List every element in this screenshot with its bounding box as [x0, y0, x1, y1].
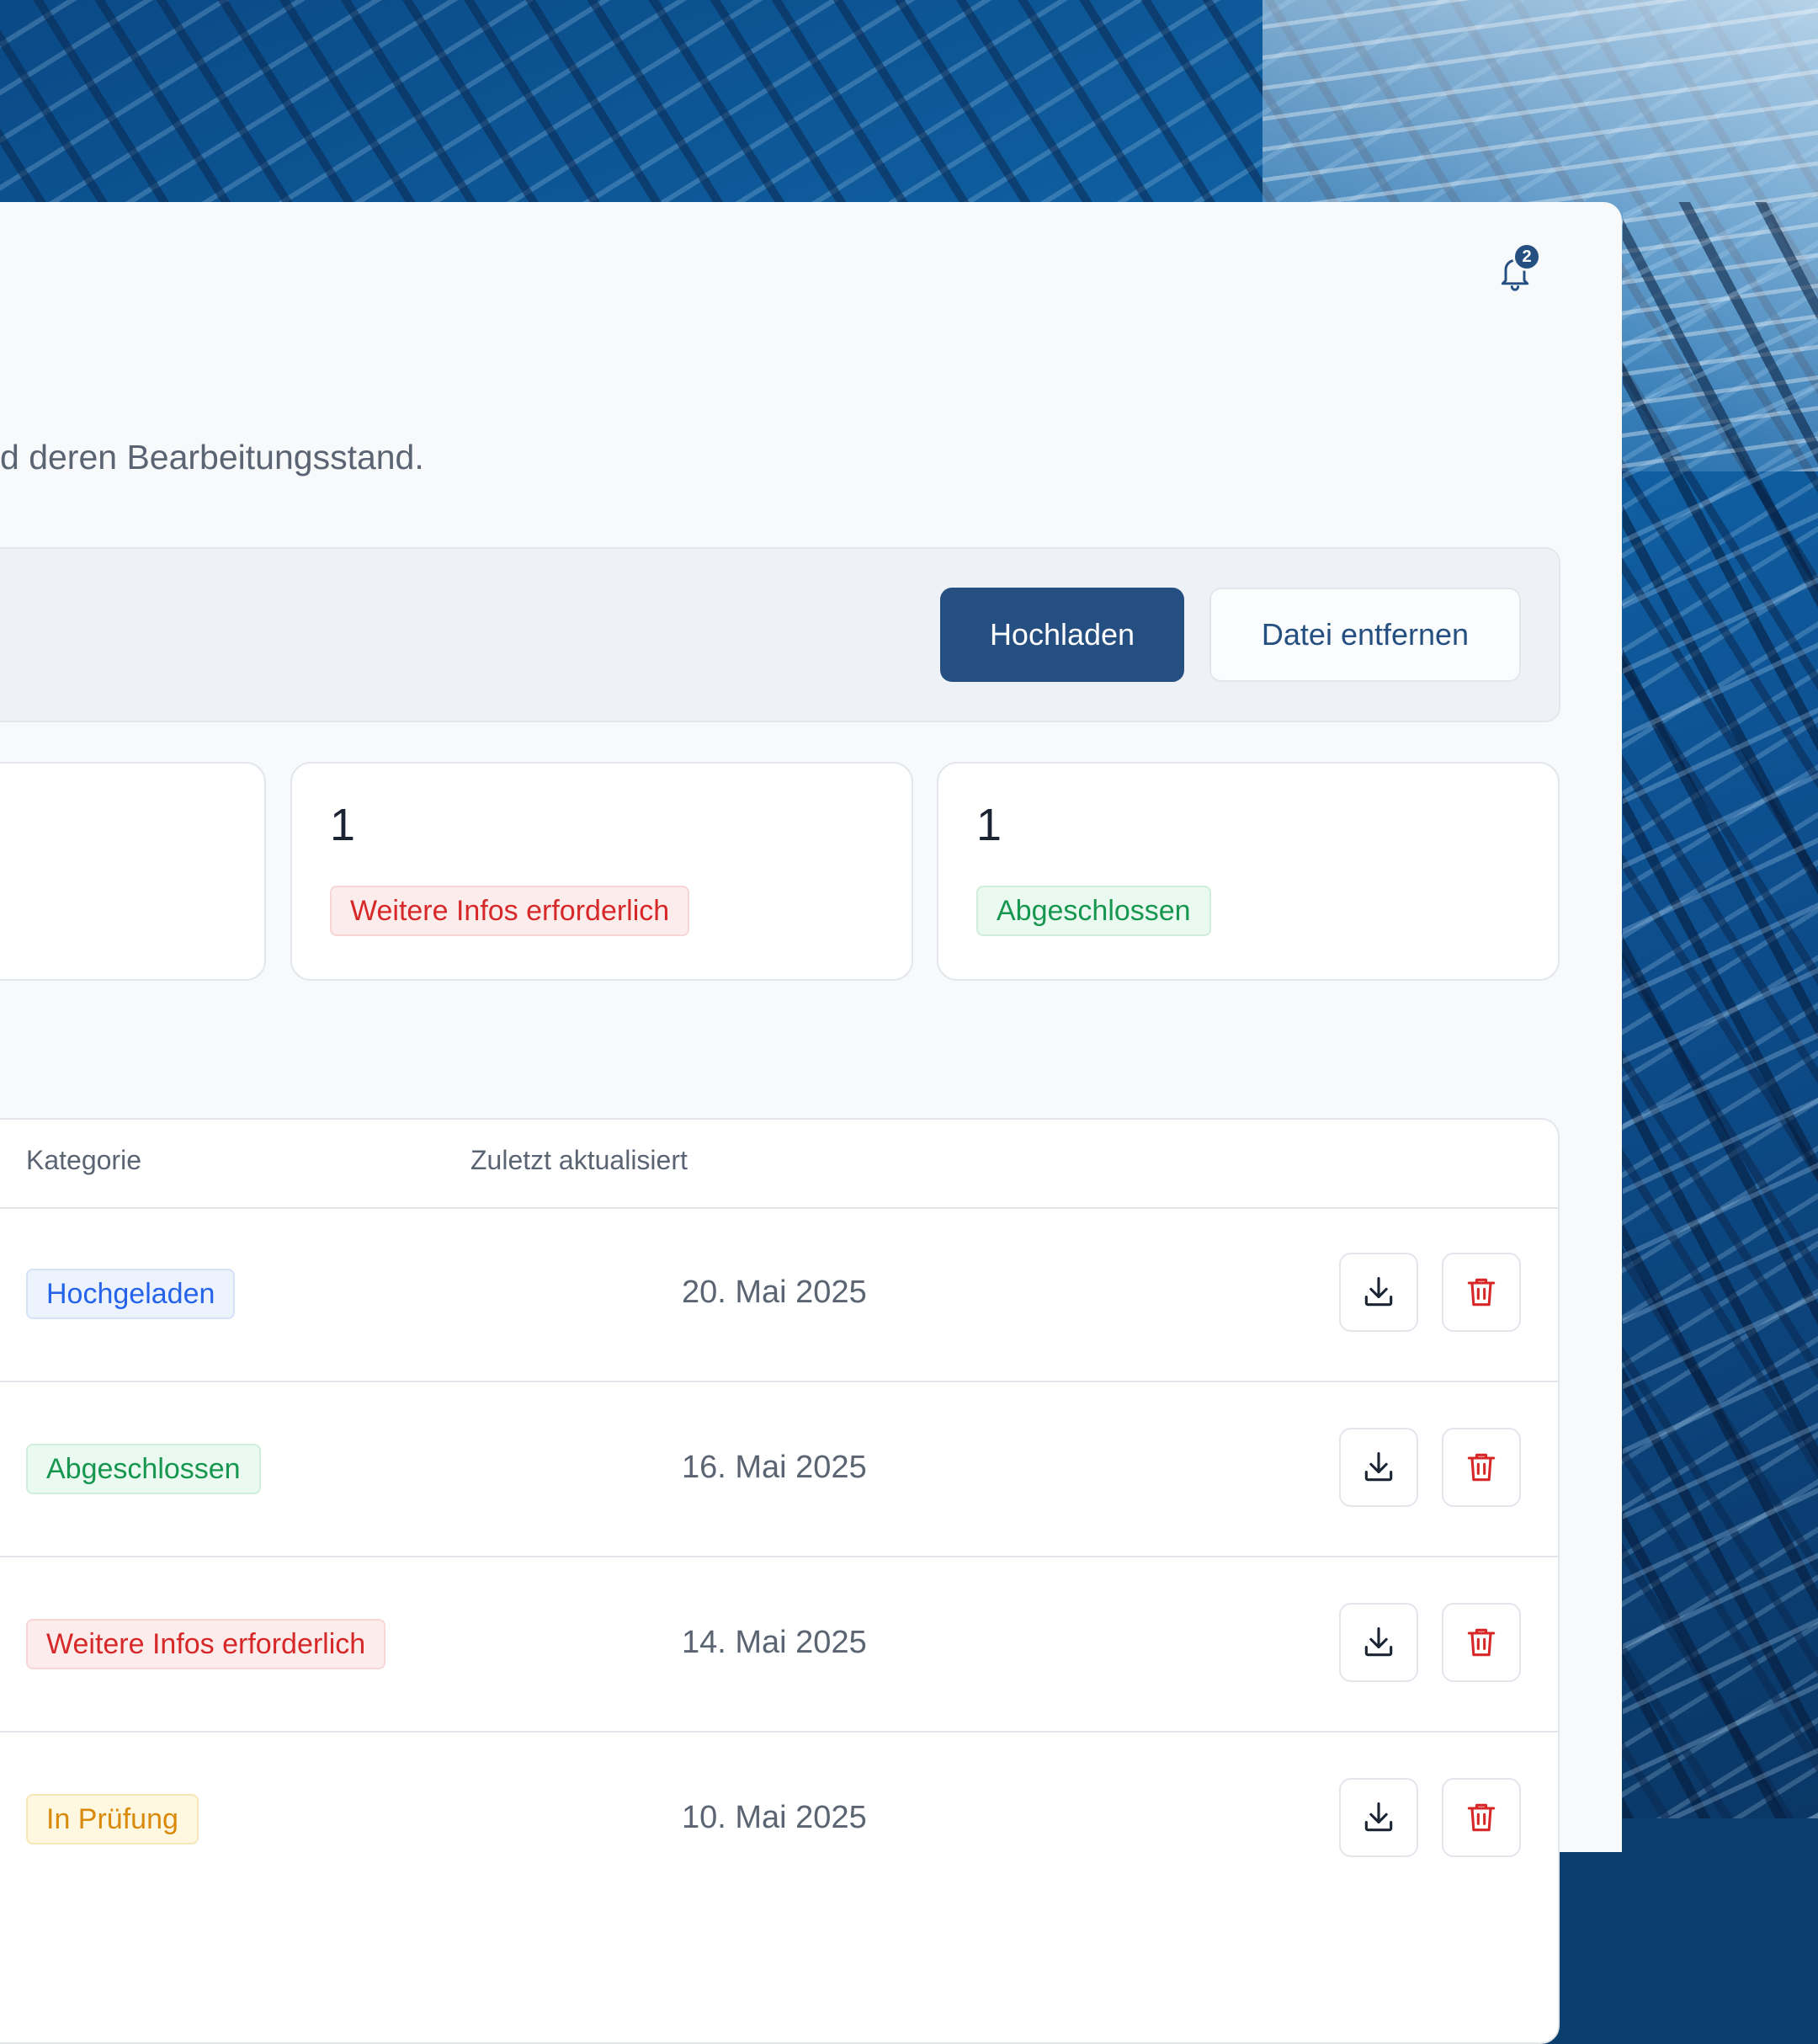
status-badge: Weitere Infos erforderlich [26, 1619, 386, 1669]
delete-button[interactable] [1442, 1428, 1521, 1507]
summary-count: 1 [976, 800, 1002, 850]
table-row: Weitere Infos erforderlich 14. Mai 2025 [0, 1557, 1558, 1733]
column-header-updated[interactable]: Zuletzt aktualisiert [470, 1145, 688, 1176]
column-header-category[interactable]: Kategorie [26, 1145, 141, 1176]
table-row: Abgeschlossen 16. Mai 2025 [0, 1382, 1558, 1557]
delete-button[interactable] [1442, 1778, 1521, 1857]
status-badge: Hochgeladen [26, 1269, 236, 1319]
summary-count: 1 [330, 800, 356, 850]
download-button[interactable] [1339, 1778, 1418, 1857]
background-building-facade [1623, 202, 1818, 1818]
status-badge: Weitere Infos erforderlich [330, 886, 690, 936]
summary-card-more-info: 1 Weitere Infos erforderlich [290, 762, 913, 981]
download-icon [1364, 1451, 1393, 1482]
table-row: In Prüfung 10. Mai 2025 [0, 1733, 1558, 1906]
status-badge: In Prüfung [26, 1794, 199, 1844]
download-button[interactable] [1339, 1603, 1418, 1682]
notification-count-badge: 2 [1512, 242, 1541, 271]
updated-date: 16. Mai 2025 [682, 1450, 867, 1485]
page-subtitle: d deren Bearbeitungsstand. [0, 438, 424, 476]
trash-icon [1467, 1453, 1496, 1482]
trash-icon [1467, 1628, 1496, 1657]
download-icon [1364, 1276, 1393, 1307]
remove-file-button[interactable]: Datei entfernen [1209, 588, 1521, 682]
status-badge: Abgeschlossen [26, 1444, 261, 1494]
updated-date: 14. Mai 2025 [682, 1625, 867, 1660]
documents-table: Kategorie Zuletzt aktualisiert Hochgelad… [0, 1118, 1560, 2044]
download-icon [1364, 1626, 1393, 1657]
table-row: Hochgeladen 20. Mai 2025 [0, 1207, 1558, 1382]
summary-card [0, 762, 266, 981]
trash-icon [1467, 1803, 1496, 1832]
upload-toolbar: Hochladen Datei entfernen [0, 547, 1560, 722]
delete-button[interactable] [1442, 1603, 1521, 1682]
main-panel: 2 d deren Bearbeitungsstand. Hochladen D… [0, 202, 1622, 2044]
summary-card-completed: 1 Abgeschlossen [937, 762, 1560, 981]
download-button[interactable] [1339, 1428, 1418, 1507]
download-icon [1364, 1802, 1393, 1832]
status-badge: Abgeschlossen [976, 886, 1211, 936]
trash-icon [1467, 1278, 1496, 1307]
upload-button[interactable]: Hochladen [940, 588, 1184, 682]
table-header: Kategorie Zuletzt aktualisiert [0, 1120, 1558, 1209]
delete-button[interactable] [1442, 1253, 1521, 1332]
download-button[interactable] [1339, 1253, 1418, 1332]
updated-date: 20. Mai 2025 [682, 1275, 867, 1310]
